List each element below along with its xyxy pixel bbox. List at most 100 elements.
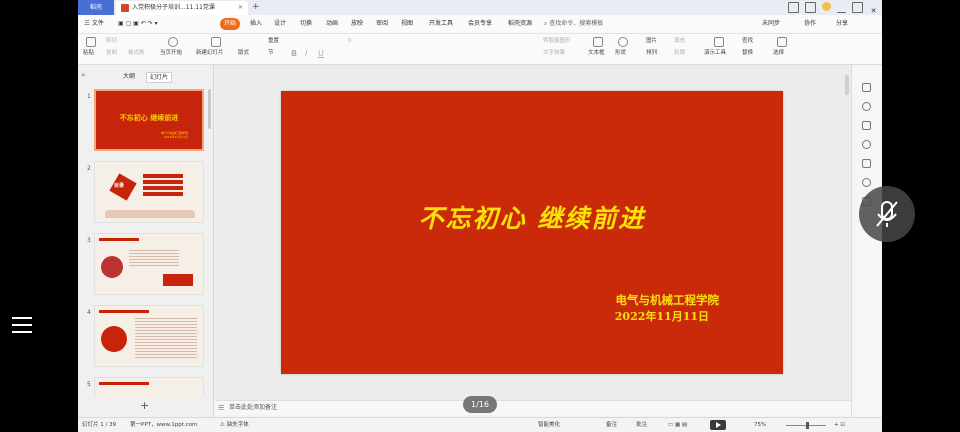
menu-home[interactable]: 开始 xyxy=(220,18,241,30)
missing-font-button[interactable]: ⚠ 缺失字体 xyxy=(220,420,249,430)
settings-icon[interactable] xyxy=(862,83,871,92)
maximize-button[interactable] xyxy=(852,2,864,13)
text-block xyxy=(135,318,197,358)
paste-button[interactable]: 粘贴 xyxy=(83,49,94,58)
text-box-button[interactable]: 文本框 xyxy=(588,49,605,58)
notes-placeholder[interactable]: 单击此处添加备注 xyxy=(229,403,277,413)
present-tools-icon[interactable] xyxy=(714,37,724,47)
mic-muted-button[interactable] xyxy=(859,186,915,242)
save-icon[interactable]: ▣ ▢ ▣ ↶ ↷ ▾ xyxy=(118,18,158,30)
add-slide-button[interactable]: + xyxy=(140,399,149,412)
cut-button[interactable]: 剪切 xyxy=(106,37,117,46)
panel-scrollbar[interactable] xyxy=(208,89,211,129)
layers-icon[interactable] xyxy=(862,121,871,130)
picture-button[interactable]: 图片 xyxy=(646,37,657,46)
layout-icon[interactable] xyxy=(788,2,800,13)
outline-button[interactable]: 轮廓 xyxy=(674,49,685,58)
play-icon[interactable] xyxy=(168,37,178,47)
help-icon[interactable] xyxy=(862,140,871,149)
avatar[interactable] xyxy=(822,2,832,11)
close-tab-icon[interactable]: ✕ xyxy=(238,1,243,15)
underline-button[interactable]: U xyxy=(318,49,324,58)
collaborate-button[interactable]: 协作 xyxy=(804,18,816,30)
menu-docer[interactable]: 稻壳资源 xyxy=(508,18,532,30)
select-button[interactable]: 选择 xyxy=(773,49,784,58)
command-search[interactable]: ⌕ 查找命令、搜索模板 xyxy=(544,18,664,30)
menu-slideshow[interactable]: 放映 xyxy=(351,18,363,30)
slide-number: 5 xyxy=(87,381,91,388)
image-icon[interactable] xyxy=(862,159,871,168)
italic-button[interactable]: I xyxy=(305,49,307,58)
tab-document[interactable]: 入党积极分子培训...11.11党课 ✕ xyxy=(116,1,248,15)
comments-toggle[interactable]: 批注 xyxy=(636,420,647,430)
menu-icon[interactable] xyxy=(0,300,44,348)
menu-review[interactable]: 审阅 xyxy=(376,18,388,30)
convert-smartart-button[interactable]: 转智能图形 xyxy=(543,37,571,46)
menu-member[interactable]: 会员专享 xyxy=(468,18,492,30)
arrange-button[interactable]: 排列 xyxy=(646,49,657,58)
smart-beautify-button[interactable]: 智能美化 xyxy=(538,420,560,430)
new-slide-icon[interactable] xyxy=(211,37,221,47)
slide-title[interactable]: 不忘初心 继续前进 xyxy=(281,199,783,235)
shape-button[interactable]: 形状 xyxy=(615,49,626,58)
view-mode-icons[interactable]: ▭ ▦ ▤ xyxy=(668,420,687,430)
zoom-level[interactable]: 75% xyxy=(754,420,766,430)
tab-outline[interactable]: 大纲 xyxy=(123,72,135,81)
slide-organization[interactable]: 电气与机械工程学院 xyxy=(616,292,720,308)
replace-button[interactable]: 替换 xyxy=(742,49,753,58)
play-from-current-button[interactable]: 当页开始 xyxy=(160,49,182,58)
menu-transition[interactable]: 切换 xyxy=(300,18,312,30)
tab-bar: 稻壳 入党积极分子培训...11.11党课 ✕ + ✕ xyxy=(78,0,882,15)
section-button[interactable]: 节 xyxy=(268,49,274,58)
fit-window-icon[interactable]: + ⊡ xyxy=(834,420,845,430)
editor-scrollbar[interactable] xyxy=(845,75,849,95)
pin-icon[interactable] xyxy=(862,102,871,111)
new-slide-button[interactable]: 新建幻灯片 xyxy=(196,49,224,58)
sync-status[interactable]: 未同步 xyxy=(762,18,780,30)
find-button[interactable]: 查找 xyxy=(742,37,753,46)
fill-button[interactable]: 填充 xyxy=(674,37,685,46)
share-button[interactable]: 分享 xyxy=(836,18,848,30)
thumbnail-date: 2022年11月11日 xyxy=(163,135,188,139)
grid-icon[interactable] xyxy=(805,2,817,13)
wps-presentation-window: 稻壳 入党积极分子培训...11.11党课 ✕ + ✕ 三 文件 ▣ ▢ ▣ ↶… xyxy=(78,0,882,432)
text-effects-button[interactable]: 文字效果 xyxy=(543,49,565,58)
font-size-field[interactable]: 0 xyxy=(348,37,352,46)
copy-button[interactable]: 复制 xyxy=(106,49,117,58)
menu-file[interactable]: 三 文件 xyxy=(84,18,104,30)
new-tab-button[interactable]: + xyxy=(252,0,260,15)
play-slideshow-button[interactable] xyxy=(710,420,726,430)
current-slide[interactable]: 不忘初心 继续前进 电气与机械工程学院 2022年11月11日 xyxy=(281,91,783,374)
notes-bar[interactable]: ☰ 单击此处添加备注 xyxy=(215,400,851,415)
reset-button[interactable]: 重置 xyxy=(268,37,279,46)
select-icon[interactable] xyxy=(777,37,787,47)
format-painter-button[interactable]: 格式刷 xyxy=(128,49,145,58)
tab-slides[interactable]: 幻灯片 xyxy=(146,72,173,83)
slide-thumbnail-1[interactable]: 不忘初心 继续前进 电气与机械工程学院 2022年11月11日 xyxy=(94,89,204,151)
collapse-panel-icon[interactable]: « xyxy=(81,71,85,79)
slide-thumbnail-4[interactable] xyxy=(94,305,204,367)
minimize-button[interactable] xyxy=(837,7,847,13)
notes-toggle[interactable]: 备注 xyxy=(606,420,617,430)
layout-button[interactable]: 版式 xyxy=(238,49,249,58)
text-box-icon[interactable] xyxy=(593,37,603,47)
shape-icon[interactable] xyxy=(618,37,628,47)
menu-animation[interactable]: 动画 xyxy=(326,18,338,30)
slide-thumbnail-2[interactable]: 目录 xyxy=(94,161,204,223)
menu-view[interactable]: 视图 xyxy=(401,18,413,30)
slide-panel: « 大纲 幻灯片 1 不忘初心 继续前进 电气与机械工程学院 2022年11月1… xyxy=(78,65,214,417)
header-bar xyxy=(99,238,139,241)
slide-thumbnail-3[interactable] xyxy=(94,233,204,295)
bold-button[interactable]: B xyxy=(291,49,297,58)
zoom-slider-handle[interactable] xyxy=(806,422,809,429)
tab-home[interactable]: 稻壳 xyxy=(78,0,114,15)
menu-design[interactable]: 设计 xyxy=(274,18,286,30)
menu-insert[interactable]: 插入 xyxy=(250,18,262,30)
slide-date[interactable]: 2022年11月11日 xyxy=(615,308,709,324)
slide-thumbnail-5[interactable] xyxy=(94,377,204,397)
menu-developer[interactable]: 开发工具 xyxy=(429,18,453,30)
slide-number: 1 xyxy=(87,93,91,100)
paste-icon[interactable] xyxy=(86,37,96,47)
slide-counter: 幻灯片 1 / 39 xyxy=(82,422,117,428)
present-tools-button[interactable]: 演示工具 xyxy=(704,49,726,58)
